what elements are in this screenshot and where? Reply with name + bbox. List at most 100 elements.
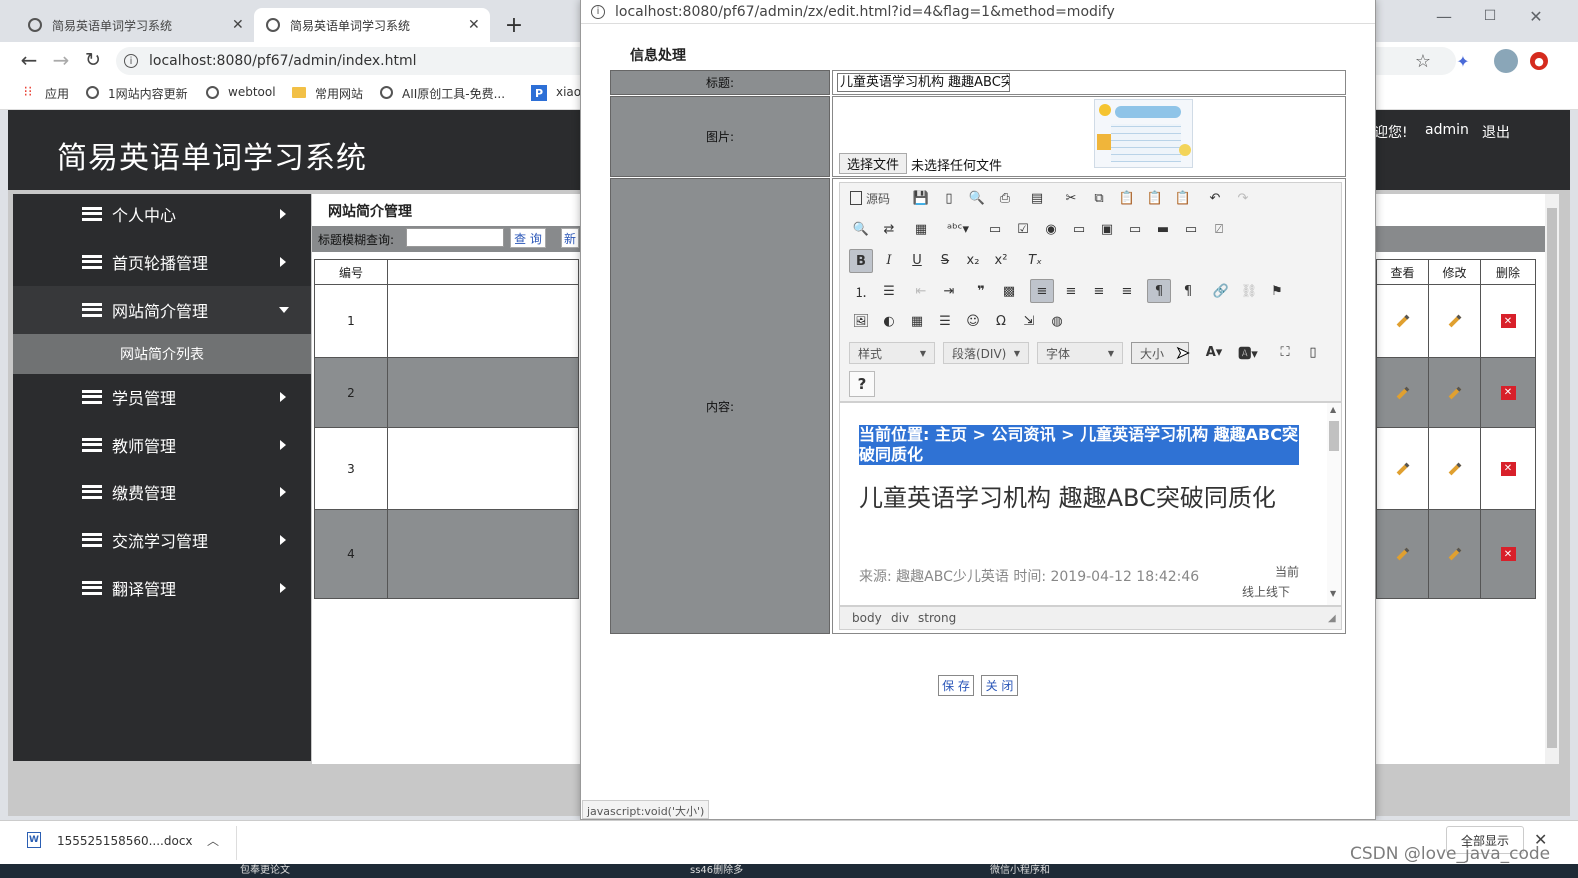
bookmark-2[interactable]: 1网站内容更新 [108, 85, 188, 102]
style-select[interactable]: 样式 ▼ [849, 342, 935, 364]
scroll-up-icon[interactable]: ▲ [1330, 405, 1336, 414]
apps-icon[interactable]: ⁝⁝ [20, 84, 36, 100]
format-select[interactable]: 段落(DIV) ▼ [943, 342, 1029, 364]
title-input[interactable]: 儿童英语学习机构 趣趣ABC突 [837, 73, 1010, 92]
pencil-icon[interactable] [1396, 547, 1409, 561]
bookmark-5[interactable]: AII原创工具-免费... [402, 85, 505, 102]
new-tab-icon[interactable]: + [503, 13, 525, 38]
pencil-icon[interactable] [1396, 314, 1409, 328]
delete-icon[interactable]: ✕ [1500, 461, 1516, 476]
show-blocks-icon[interactable]: ▯ [1303, 342, 1323, 362]
bookmark-6[interactable]: xiao [556, 85, 581, 99]
templates-icon[interactable]: ▤ [1027, 188, 1047, 208]
logout-link[interactable]: 退出 [1482, 122, 1510, 142]
font-select[interactable]: 字体 ▼ [1037, 342, 1123, 364]
textfield-icon[interactable]: ▭ [1069, 219, 1089, 239]
new-page-icon[interactable]: ▯ [939, 188, 959, 208]
view-cell[interactable] [1376, 284, 1429, 358]
remove-format-icon[interactable]: Tₓ [1025, 250, 1045, 270]
scroll-down-icon[interactable]: ▼ [1330, 589, 1336, 598]
view-cell[interactable] [1376, 357, 1429, 428]
path-strong[interactable]: strong [918, 611, 956, 625]
profile-avatar[interactable] [1494, 49, 1518, 73]
view-cell[interactable] [1376, 427, 1429, 510]
save-button[interactable]: 保 存 [938, 675, 974, 696]
bookmark-4[interactable]: 常用网站 [315, 85, 363, 102]
resize-grip-icon[interactable]: ◢ [1328, 613, 1336, 624]
path-body[interactable]: body [852, 611, 882, 625]
pencil-icon[interactable] [1396, 462, 1409, 475]
delete-icon[interactable]: ✕ [1500, 385, 1516, 400]
iframe-icon[interactable]: ◍ [1047, 311, 1067, 331]
back-icon[interactable]: ← [18, 48, 40, 72]
bold-icon[interactable]: B [849, 249, 873, 273]
extension-red-icon[interactable]: ● [1530, 52, 1548, 70]
preview-icon[interactable]: 🔍 [967, 188, 987, 208]
source-button[interactable]: 源码 [850, 188, 902, 208]
bg-color-icon[interactable]: 🅰▾ [1235, 342, 1261, 362]
chevron-up-icon[interactable]: ︿ [207, 832, 219, 849]
table-icon[interactable]: ▦ [907, 311, 927, 331]
checkbox-icon[interactable]: ☑ [1013, 219, 1033, 239]
delete-cell[interactable]: ✕ [1480, 509, 1536, 599]
delete-cell[interactable]: ✕ [1480, 357, 1536, 428]
delete-icon[interactable]: ✕ [1500, 547, 1516, 561]
new-button[interactable]: 新 [561, 228, 579, 248]
redo-icon[interactable]: ↷ [1233, 188, 1253, 208]
cut-icon[interactable]: ✂ [1061, 188, 1081, 208]
window-close-icon[interactable]: ✕ [1526, 6, 1546, 26]
forward-icon[interactable]: → [50, 48, 72, 72]
numbered-list-icon[interactable]: ⒈ [851, 281, 871, 301]
close-icon[interactable]: ✕ [468, 17, 480, 33]
link-icon[interactable]: 🔗 [1211, 281, 1231, 301]
strike-icon[interactable]: S [935, 250, 955, 270]
browser-tab-2[interactable]: 简易英语单词学习系统 ✕ [254, 8, 490, 42]
rtl-icon[interactable]: ¶ [1178, 281, 1198, 301]
paste-icon[interactable]: 📋 [1117, 188, 1137, 208]
image-icon[interactable]: 🖼 [851, 311, 871, 331]
align-center-icon[interactable]: ≡ [1061, 281, 1081, 301]
button-field-icon[interactable]: ▬ [1153, 219, 1173, 239]
radio-icon[interactable]: ◉ [1041, 219, 1061, 239]
choose-file-button[interactable]: 选择文件 [839, 153, 907, 174]
pencil-icon[interactable] [1448, 462, 1461, 475]
view-cell[interactable] [1376, 509, 1429, 599]
select-field-icon[interactable]: ▭ [1125, 219, 1145, 239]
spellcheck-icon[interactable]: ᵃᵇᶜ▾ [945, 219, 971, 239]
smiley-icon[interactable]: ☺ [963, 311, 983, 331]
sidebar-item-teachers[interactable]: 教师管理 [13, 421, 311, 469]
form-icon[interactable]: ▭ [985, 219, 1005, 239]
print-icon[interactable]: ⎙ [995, 188, 1015, 208]
taskbar-item-1[interactable]: 包奉更论文 [240, 864, 290, 878]
sidebar-item-intro[interactable]: 网站简介管理 [13, 286, 311, 334]
delete-cell[interactable]: ✕ [1480, 284, 1536, 358]
replace-icon[interactable]: ⇄ [879, 219, 899, 239]
search-input[interactable] [406, 228, 504, 247]
bookmark-3[interactable]: webtool [228, 85, 276, 99]
sidebar-item-carousel[interactable]: 首页轮播管理 [13, 238, 311, 286]
scrollbar-thumb[interactable] [1547, 208, 1557, 748]
copy-icon[interactable]: ⧉ [1089, 188, 1109, 208]
sidebar-item-translation[interactable]: 翻译管理 [13, 564, 311, 612]
edit-cell[interactable] [1428, 357, 1481, 428]
reload-icon[interactable]: ↻ [82, 49, 104, 71]
underline-icon[interactable]: U [907, 250, 927, 270]
unlink-icon[interactable]: ⛓ [1239, 281, 1259, 301]
close-icon[interactable]: ✕ [232, 17, 244, 33]
path-div[interactable]: div [891, 611, 909, 625]
paste-text-icon[interactable]: 📋 [1145, 188, 1165, 208]
extension-icon[interactable]: ✦ [1452, 50, 1474, 72]
align-right-icon[interactable]: ≡ [1089, 281, 1109, 301]
edit-cell[interactable] [1428, 509, 1481, 599]
justify-icon[interactable]: ≡ [1117, 281, 1137, 301]
superscript-icon[interactable]: x² [991, 250, 1011, 270]
horizontal-rule-icon[interactable]: ☰ [935, 311, 955, 331]
edit-cell[interactable] [1428, 284, 1481, 358]
editor-scrollbar[interactable]: ▲ ▼ [1327, 403, 1341, 605]
textarea-icon[interactable]: ▣ [1097, 219, 1117, 239]
star-icon[interactable]: ☆ [1412, 50, 1434, 72]
sidebar-item-fees[interactable]: 缴费管理 [13, 468, 311, 516]
user-name[interactable]: admin [1425, 122, 1469, 138]
ltr-icon[interactable]: ¶ [1147, 279, 1171, 303]
paste-word-icon[interactable]: 📋 [1173, 188, 1193, 208]
